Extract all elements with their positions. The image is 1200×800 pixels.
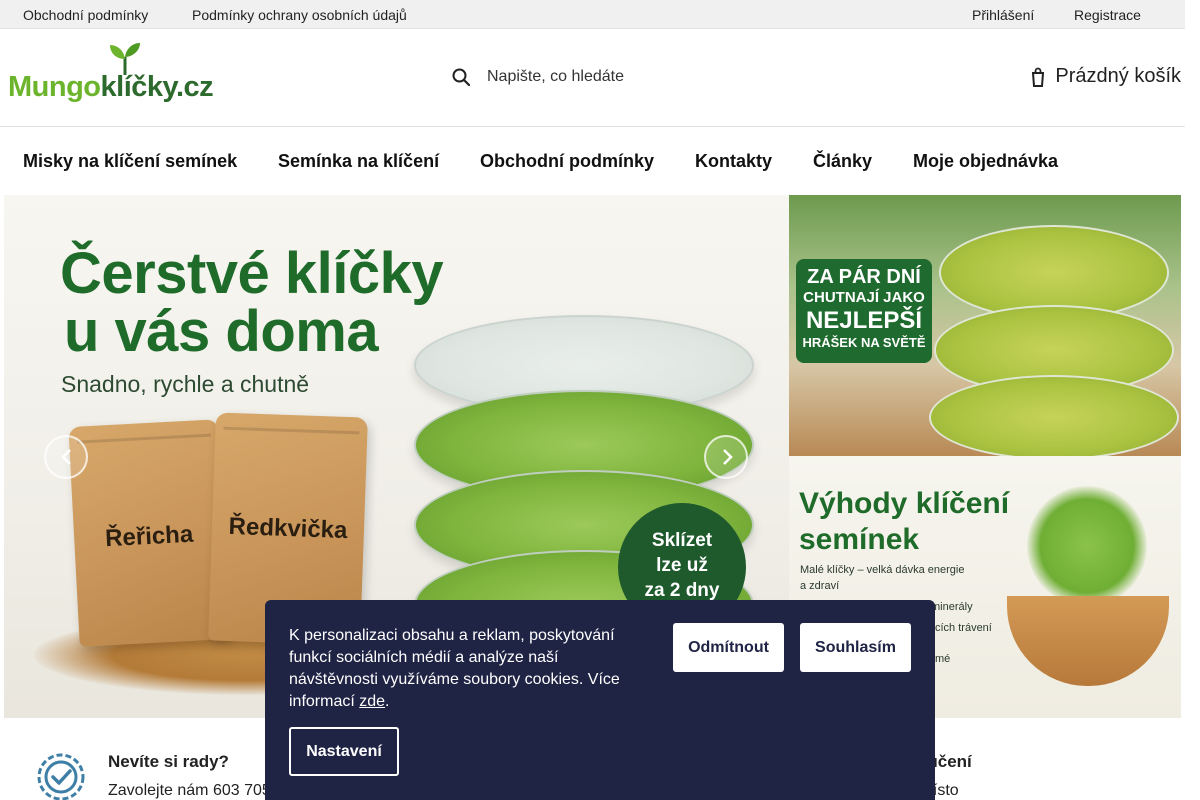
hero-title: Čerstvé klíčky u vás doma xyxy=(60,241,444,364)
banner-line: NEJLEPŠÍ xyxy=(805,307,923,334)
sprouts-image xyxy=(1027,486,1147,606)
bowl-image xyxy=(1007,596,1169,686)
banner-text-line: a zdraví xyxy=(800,580,840,592)
logo-part-2: klíčky.cz xyxy=(100,71,214,103)
badge-line: lze už xyxy=(656,555,708,576)
cart-button[interactable]: Prázdný košík xyxy=(1031,65,1181,88)
login-link[interactable]: Přihlášení xyxy=(972,7,1034,23)
side-banner-peas-label: ZA PÁR DNÍ CHUTNAJÍ JAKO NEJLEPŠÍ HRÁŠEK… xyxy=(796,259,932,363)
cookie-text-end: . xyxy=(385,693,390,710)
search-bar xyxy=(452,63,767,91)
decline-cookies-button[interactable]: Odmítnout xyxy=(673,623,784,672)
link-terms[interactable]: Obchodní podmínky xyxy=(23,7,148,23)
banner-line: HRÁŠEK NA SVĚTĚ xyxy=(802,335,926,350)
nav-item-seeds[interactable]: Semínka na klíčení xyxy=(278,151,439,172)
cookie-message: K personalizaci obsahu a reklam, poskyto… xyxy=(289,627,620,710)
main-navigation: Misky na klíčení semínek Semínka na klíč… xyxy=(0,127,1185,195)
jar-level xyxy=(929,375,1179,456)
side-banner-benefits-title: Výhody klíčení semínek xyxy=(799,486,1009,558)
banner-text-fragment: minerály xyxy=(931,601,973,613)
side-banner-peas[interactable]: ZA PÁR DNÍ CHUTNAJÍ JAKO NEJLEPŠÍ HRÁŠEK… xyxy=(789,195,1181,456)
product-bag-cress: Řeřicha xyxy=(68,419,230,647)
hero-subtitle: Snadno, rychle a chutně xyxy=(61,371,310,397)
site-logo[interactable]: Mungoklíčky.cz xyxy=(8,43,230,107)
cookie-more-info-link[interactable]: zde xyxy=(359,693,385,710)
link-privacy[interactable]: Podmínky ochrany osobních údajů xyxy=(192,7,407,23)
bag-label-cress: Řeřicha xyxy=(104,520,194,553)
slider-next-button[interactable] xyxy=(704,435,748,479)
search-input[interactable] xyxy=(487,68,767,86)
banner-text-line: Malé klíčky – velká dávka energie xyxy=(800,564,965,576)
logo-text: Mungoklíčky.cz xyxy=(8,71,214,104)
banner-text-fragment: cích trávení xyxy=(935,622,992,634)
help-title: Nevíte si rady? xyxy=(108,752,229,771)
nav-item-articles[interactable]: Články xyxy=(813,151,872,172)
nav-item-trays[interactable]: Misky na klíčení semínek xyxy=(23,151,237,172)
help-phone[interactable]: Zavolejte nám 603 705 xyxy=(108,782,271,800)
cart-icon xyxy=(1032,67,1045,87)
hero-title-line-1: Čerstvé klíčky xyxy=(60,241,444,306)
cookie-settings-button[interactable]: Nastavení xyxy=(289,727,399,776)
badge-line: Sklízet xyxy=(651,530,713,551)
cart-label: Prázdný košík xyxy=(1055,65,1181,87)
banner-line: CHUTNAJÍ JAKO xyxy=(803,289,925,306)
accept-cookies-button[interactable]: Souhlasím xyxy=(800,623,911,672)
site-header: Mungoklíčky.cz Prázdný košík xyxy=(0,29,1185,127)
cookie-text: K personalizaci obsahu a reklam, poskyto… xyxy=(289,625,639,713)
nav-item-terms[interactable]: Obchodní podmínky xyxy=(480,151,654,172)
search-icon[interactable] xyxy=(452,68,470,86)
register-link[interactable]: Registrace xyxy=(1074,7,1141,23)
nav-item-contacts[interactable]: Kontakty xyxy=(695,151,772,172)
badge-check-icon xyxy=(37,753,85,800)
hero-title-line-2: u vás doma xyxy=(64,299,379,364)
bag-label-radish: Ředkvička xyxy=(228,512,348,545)
banner-text-fragment: mé xyxy=(935,653,951,665)
banner-title-line: Výhody klíčení xyxy=(799,487,1010,520)
banner-title-line: semínek xyxy=(799,523,920,556)
top-utility-bar: Obchodní podmínky Podmínky ochrany osobn… xyxy=(0,0,1185,29)
chevron-left-icon xyxy=(61,449,71,465)
banner-line: ZA PÁR DNÍ xyxy=(807,266,921,288)
side-banner-benefits-text: Malé klíčky – velká dávka energie a zdra… xyxy=(800,562,964,594)
nav-item-my-order[interactable]: Moje objednávka xyxy=(913,151,1058,172)
slider-prev-button[interactable] xyxy=(44,435,88,479)
cookie-banner: K personalizaci obsahu a reklam, poskyto… xyxy=(265,600,935,800)
chevron-right-icon xyxy=(723,449,733,465)
logo-part-1: Mungo xyxy=(8,71,101,103)
